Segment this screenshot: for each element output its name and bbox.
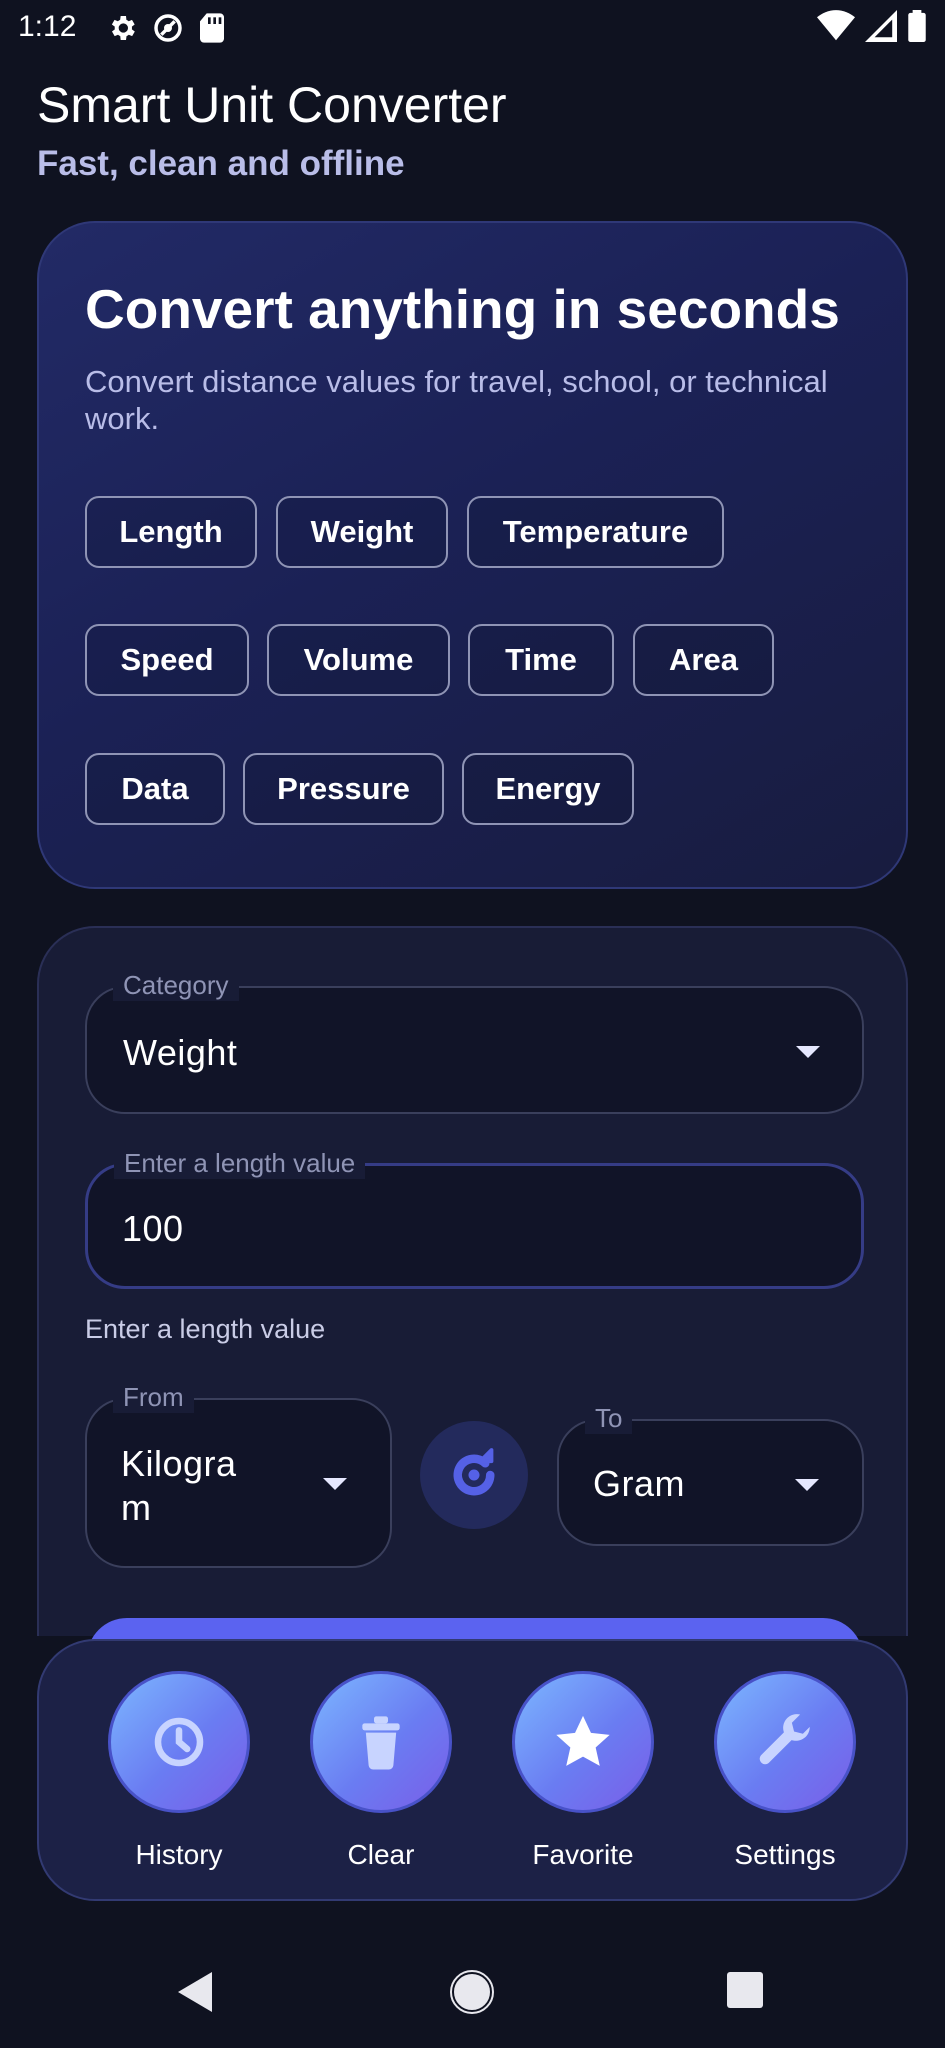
back-icon[interactable] xyxy=(176,1970,216,2014)
do-not-disturb-icon xyxy=(154,14,182,42)
from-unit-dropdown[interactable]: From Kilogra m xyxy=(85,1382,392,1568)
hero-card: Convert anything in seconds Convert dist… xyxy=(37,221,908,889)
settings-button[interactable] xyxy=(714,1671,856,1813)
settings-gear-icon xyxy=(111,16,135,40)
category-chip-speed[interactable]: Speed xyxy=(85,624,249,696)
category-chip-volume[interactable]: Volume xyxy=(267,624,450,696)
app-subtitle: Fast, clean and offline xyxy=(37,144,405,183)
settings-action[interactable]: Settings xyxy=(705,1671,865,1891)
from-unit-value: Kilogra m xyxy=(121,1442,237,1530)
system-nav-bar xyxy=(0,1940,945,2048)
length-input-label: Enter a length value xyxy=(114,1148,366,1179)
to-unit-value: Gram xyxy=(593,1463,685,1504)
chevron-down-icon xyxy=(323,1478,347,1490)
status-bar: 1:12 xyxy=(0,0,945,56)
category-chip-length[interactable]: Length xyxy=(85,496,257,568)
category-chip-energy[interactable]: Energy xyxy=(462,753,634,825)
swap-units-button[interactable] xyxy=(420,1421,528,1529)
hero-description: Convert distance values for travel, scho… xyxy=(85,364,828,436)
status-time: 1:12 xyxy=(18,10,77,43)
home-icon[interactable] xyxy=(450,1970,494,2014)
converter-form-card: Category Weight Enter a length value 100… xyxy=(37,926,908,1658)
helper-text: Enter a length value xyxy=(85,1314,326,1344)
favorite-button[interactable] xyxy=(512,1671,654,1813)
from-unit-value-line1: Kilogra xyxy=(121,1443,237,1484)
status-icons-left xyxy=(106,12,226,44)
battery-icon xyxy=(908,10,926,42)
to-unit-dropdown[interactable]: To Gram xyxy=(557,1403,864,1546)
sd-card-icon xyxy=(200,13,224,43)
wrench-icon xyxy=(759,1714,810,1765)
category-value: Weight xyxy=(123,1032,238,1073)
hero-title: Convert anything in seconds xyxy=(85,278,840,340)
bottom-action-bar: History Clear Favorite Settings xyxy=(37,1639,908,1901)
length-input-value: 100 xyxy=(122,1208,184,1249)
category-chip-temperature[interactable]: Temperature xyxy=(467,496,724,568)
app-screen: 1:12 Smart Unit Converter Fast, clean an… xyxy=(0,0,945,2048)
category-chip-area[interactable]: Area xyxy=(633,624,774,696)
from-label: From xyxy=(113,1382,194,1413)
clear-label: Clear xyxy=(347,1839,415,1870)
from-unit-value-line2: m xyxy=(121,1487,152,1528)
to-label: To xyxy=(585,1403,633,1434)
star-icon xyxy=(556,1715,610,1766)
length-value-input[interactable]: Enter a length value 100 xyxy=(85,1148,864,1289)
wifi-icon xyxy=(817,10,855,41)
favorite-action[interactable]: Favorite xyxy=(503,1671,663,1891)
chevron-down-icon xyxy=(796,1046,820,1058)
category-chip-weight[interactable]: Weight xyxy=(276,496,448,568)
history-button[interactable] xyxy=(108,1671,250,1813)
settings-label: Settings xyxy=(734,1839,836,1870)
recents-icon[interactable] xyxy=(727,1972,763,2008)
category-chip-time[interactable]: Time xyxy=(468,624,614,696)
history-action[interactable]: History xyxy=(99,1671,259,1891)
status-icons-right xyxy=(817,10,927,42)
category-chip-pressure[interactable]: Pressure xyxy=(243,753,444,825)
cell-signal-icon xyxy=(865,10,897,42)
favorite-label: Favorite xyxy=(532,1839,634,1870)
clear-button[interactable] xyxy=(310,1671,452,1813)
category-chip-data[interactable]: Data xyxy=(85,753,225,825)
category-label: Category xyxy=(113,970,239,1001)
chevron-down-icon xyxy=(795,1479,819,1491)
swap-icon xyxy=(453,1448,495,1496)
category-dropdown[interactable]: Category Weight xyxy=(85,970,864,1114)
history-label: History xyxy=(135,1839,223,1870)
app-title: Smart Unit Converter xyxy=(37,77,507,133)
trash-icon xyxy=(362,1716,400,1770)
clear-action[interactable]: Clear xyxy=(301,1671,461,1891)
clock-icon xyxy=(154,1717,204,1767)
